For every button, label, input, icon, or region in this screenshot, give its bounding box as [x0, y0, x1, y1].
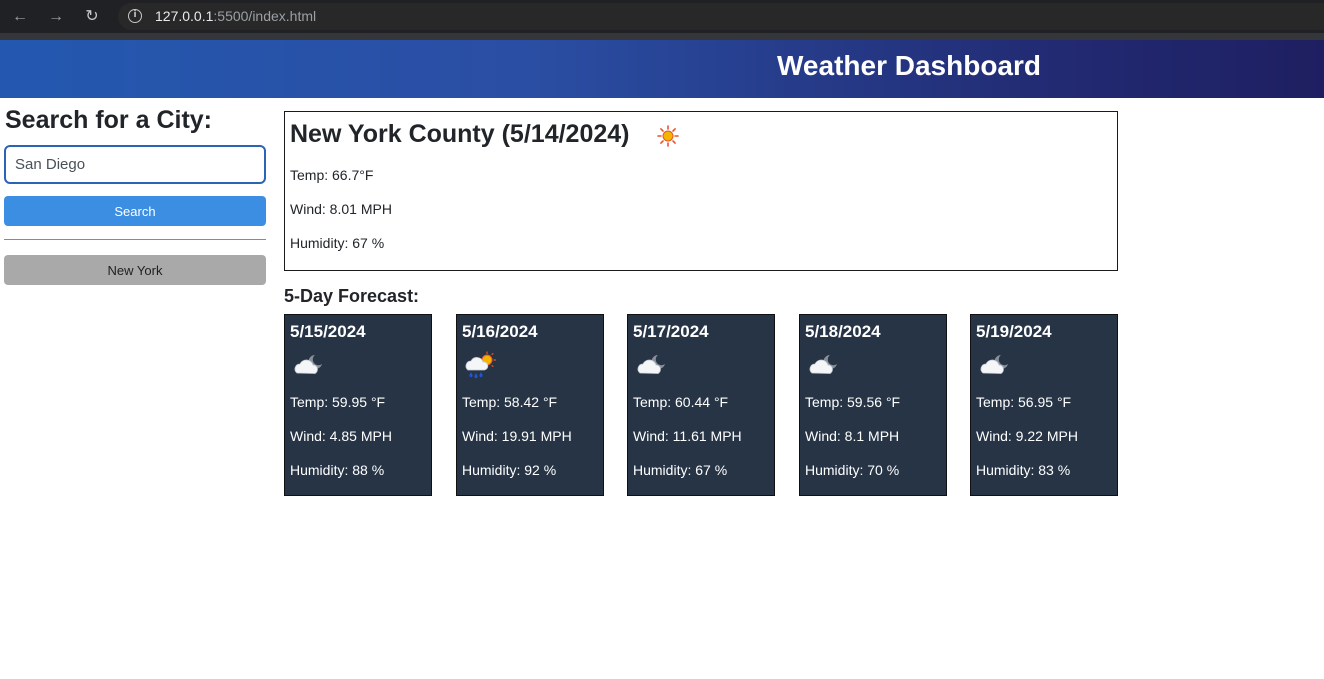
sidebar-divider [4, 239, 266, 240]
back-arrow-icon[interactable]: ← [9, 6, 31, 28]
cloud-moon-icon [980, 355, 1008, 374]
forecast-card: 5/17/2024 Temp: 60.44 °F Wind: 11.61 MPH… [627, 314, 775, 496]
forecast-temp: Temp: 59.95 °F [290, 394, 386, 410]
browser-strip [0, 33, 1324, 40]
forecast-wind: Wind: 19.91 MPH [462, 428, 572, 444]
current-weather-card: New York County (5/14/2024) Temp: 66.7°F… [284, 111, 1118, 271]
forecast-humidity: Humidity: 92 % [462, 462, 557, 478]
forecast-card: 5/16/2024 Temp: 58.42 °F Wind: 19.91 MPH… [456, 314, 604, 496]
forecast-date: 5/16/2024 [462, 322, 538, 341]
url-host: 127.0.0.1 [155, 8, 214, 24]
forecast-date: 5/17/2024 [633, 322, 709, 341]
search-button[interactable]: Search [4, 196, 266, 226]
address-bar[interactable]: i 127.0.0.1:5500/index.html [118, 3, 1324, 30]
forecast-humidity: Humidity: 67 % [633, 462, 728, 478]
forecast-humidity: Humidity: 70 % [805, 462, 900, 478]
forecast-temp: Temp: 58.42 °F [462, 394, 558, 410]
forward-arrow-icon[interactable]: → [45, 6, 67, 28]
current-wind: Wind: 8.01 MPH [290, 201, 392, 217]
forecast-wind: Wind: 8.1 MPH [805, 428, 900, 444]
reload-icon[interactable]: ↻ [81, 6, 103, 28]
city-search-input[interactable] [4, 145, 266, 184]
search-heading: Search for a City: [5, 106, 213, 134]
forecast-date: 5/19/2024 [976, 322, 1052, 341]
forecast-date: 5/15/2024 [290, 322, 366, 341]
forecast-card: 5/19/2024 Temp: 56.95 °F Wind: 9.22 MPH … [970, 314, 1118, 496]
forecast-wind: Wind: 11.61 MPH [633, 428, 742, 444]
forecast-temp: Temp: 56.95 °F [976, 394, 1072, 410]
current-city-title: New York County (5/14/2024) [290, 120, 630, 148]
sun-icon [657, 125, 679, 147]
history-item-new-york[interactable]: New York [4, 255, 266, 285]
page-title: Weather Dashboard [777, 50, 1041, 81]
app-header: Weather Dashboard [0, 40, 1324, 98]
cloud-moon-icon [809, 355, 837, 374]
forecast-heading: 5-Day Forecast: [284, 286, 420, 306]
forecast-card: 5/18/2024 Temp: 59.56 °F Wind: 8.1 MPH H… [799, 314, 947, 496]
cloud-moon-icon [637, 355, 665, 374]
url-text: 127.0.0.1:5500/index.html [155, 8, 316, 24]
current-temp: Temp: 66.7°F [290, 167, 374, 183]
forecast-wind: Wind: 4.85 MPH [290, 428, 392, 444]
forecast-humidity: Humidity: 83 % [976, 462, 1071, 478]
forecast-card: 5/15/2024 Temp: 59.95 °F Wind: 4.85 MPH … [284, 314, 432, 496]
browser-toolbar: ← → ↻ i 127.0.0.1:5500/index.html [0, 0, 1324, 33]
site-info-icon[interactable]: i [128, 9, 142, 23]
cloud-moon-icon [294, 355, 322, 374]
rain-sun-icon [465, 351, 497, 379]
url-path: :5500/index.html [213, 8, 317, 24]
forecast-wind: Wind: 9.22 MPH [976, 428, 1078, 444]
forecast-temp: Temp: 60.44 °F [633, 394, 729, 410]
forecast-date: 5/18/2024 [805, 322, 881, 341]
current-humidity: Humidity: 67 % [290, 235, 385, 251]
forecast-temp: Temp: 59.56 °F [805, 394, 901, 410]
forecast-humidity: Humidity: 88 % [290, 462, 385, 478]
